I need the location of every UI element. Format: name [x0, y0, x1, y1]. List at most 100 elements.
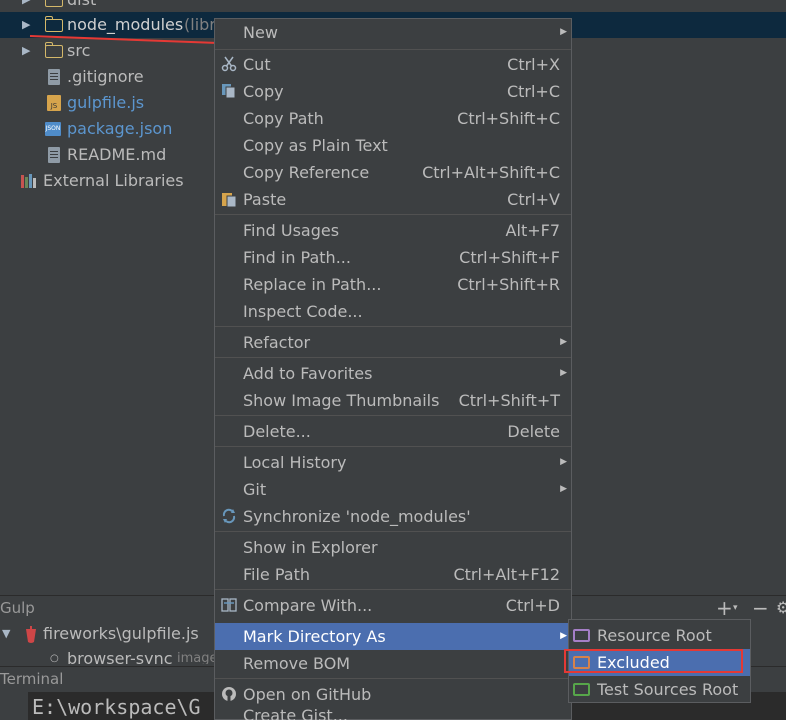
menu-item-refactor[interactable]: Refactor ▶ — [215, 329, 571, 356]
submenu-arrow-icon: ▶ — [560, 631, 567, 641]
menu-item-git[interactable]: Git ▶ — [215, 476, 571, 503]
menu-item-mark-directory-as[interactable]: Mark Directory As ▶ — [215, 623, 571, 650]
submenu-arrow-icon: ▶ — [560, 368, 567, 378]
task-bullet-icon: ○ — [50, 653, 59, 664]
gulp-task-label: browser-sync — [67, 649, 173, 664]
menu-item-shortcut: Alt+F7 — [505, 221, 560, 240]
menu-item-add-to-favorites[interactable]: Add to Favorites ▶ — [215, 360, 571, 387]
scissors-icon — [221, 56, 237, 72]
menu-item-delete[interactable]: Delete... Delete — [215, 418, 571, 445]
menu-item-local-history[interactable]: Local History ▶ — [215, 449, 571, 476]
menu-item-label: Copy — [243, 82, 284, 101]
menu-item-label: Paste — [243, 190, 287, 209]
menu-item-label: Inspect Code... — [243, 302, 363, 321]
menu-item-label: Find Usages — [243, 221, 340, 240]
menu-item-label: Compare With... — [243, 596, 373, 615]
menu-item-shortcut: Ctrl+V — [507, 190, 560, 209]
submenu-item-label: Test Sources Root — [597, 680, 739, 699]
submenu-arrow-icon: ▶ — [560, 27, 567, 37]
collapse-arrow-icon[interactable]: ▼ — [2, 621, 10, 647]
menu-item-file-path[interactable]: File Path Ctrl+Alt+F12 — [215, 561, 571, 588]
submenu-arrow-icon: ▶ — [560, 457, 567, 467]
menu-item-label: Copy as Plain Text — [243, 136, 388, 155]
gulp-task-item[interactable]: ○ browser-sync image — [0, 646, 214, 664]
menu-item-label: Copy Path — [243, 109, 324, 128]
resource-folder-icon — [573, 629, 590, 642]
menu-item-label: Synchronize 'node_modules' — [243, 507, 471, 526]
menu-item-paste[interactable]: Paste Ctrl+V — [215, 186, 571, 213]
menu-item-label: Open on GitHub — [243, 685, 372, 704]
menu-item-shortcut: Ctrl+Shift+C — [457, 109, 560, 128]
dropdown-caret-icon[interactable]: ▾ — [733, 596, 738, 620]
menu-item-shortcut: Ctrl+Alt+Shift+C — [422, 163, 560, 182]
submenu-item-resource-root[interactable]: Resource Root — [569, 622, 750, 649]
menu-item-new[interactable]: New ▶ — [215, 19, 571, 46]
annotation-highlight-box — [564, 649, 743, 673]
terminal-prompt: E:\workspace\G — [32, 695, 201, 719]
menu-item-show-in-explorer[interactable]: Show in Explorer — [215, 534, 571, 561]
menu-item-label: Show in Explorer — [243, 538, 378, 557]
menu-separator — [215, 214, 571, 215]
menu-item-shortcut: Ctrl+Shift+F — [459, 248, 560, 267]
gulp-icon — [26, 626, 36, 643]
menu-item-label: Delete... — [243, 422, 311, 441]
menu-item-find-usages[interactable]: Find Usages Alt+F7 — [215, 217, 571, 244]
sync-icon — [222, 508, 236, 524]
menu-item-find-in-path[interactable]: Find in Path... Ctrl+Shift+F — [215, 244, 571, 271]
panel-title: Terminal — [0, 670, 64, 688]
github-icon — [222, 687, 236, 701]
menu-item-open-on-github[interactable]: Open on GitHub — [215, 681, 571, 708]
menu-item-shortcut: Ctrl+Shift+R — [457, 275, 560, 294]
menu-item-label: Mark Directory As — [243, 627, 386, 646]
menu-item-inspect-code[interactable]: Inspect Code... — [215, 298, 571, 325]
menu-separator — [215, 678, 571, 679]
menu-item-label: Refactor — [243, 333, 311, 352]
context-menu: New ▶ Cut Ctrl+X Copy Ctrl+C Copy Path C… — [214, 18, 572, 720]
menu-item-copy-plain-text[interactable]: Copy as Plain Text — [215, 132, 571, 159]
menu-item-show-image-thumbnails[interactable]: Show Image Thumbnails Ctrl+Shift+T — [215, 387, 571, 414]
menu-item-label: Cut — [243, 55, 271, 74]
menu-item-label: Add to Favorites — [243, 364, 373, 383]
menu-item-shortcut: Ctrl+X — [507, 55, 560, 74]
menu-item-label: Git — [243, 480, 267, 499]
menu-separator — [215, 357, 571, 358]
menu-item-label: File Path — [243, 565, 311, 584]
menu-separator — [215, 531, 571, 532]
menu-separator — [215, 589, 571, 590]
menu-item-replace-in-path[interactable]: Replace in Path... Ctrl+Shift+R — [215, 271, 571, 298]
menu-item-label: Local History — [243, 453, 347, 472]
menu-item-shortcut: Ctrl+Alt+F12 — [453, 565, 560, 584]
compare-icon — [221, 598, 237, 612]
gulp-task-suffix: image — [177, 651, 214, 664]
menu-item-label: Create Gist... — [243, 708, 348, 720]
menu-separator — [215, 49, 571, 50]
menu-item-label: Find in Path... — [243, 248, 351, 267]
menu-separator — [215, 446, 571, 447]
menu-item-copy[interactable]: Copy Ctrl+C — [215, 78, 571, 105]
menu-item-copy-path[interactable]: Copy Path Ctrl+Shift+C — [215, 105, 571, 132]
submenu-item-label: Resource Root — [597, 626, 712, 645]
menu-item-label: Show Image Thumbnails — [243, 391, 440, 410]
copy-icon — [222, 84, 236, 99]
menu-item-shortcut: Ctrl+D — [505, 596, 560, 615]
menu-item-copy-reference[interactable]: Copy Reference Ctrl+Alt+Shift+C — [215, 159, 571, 186]
submenu-arrow-icon: ▶ — [560, 484, 567, 494]
submenu-arrow-icon: ▶ — [560, 337, 567, 347]
menu-item-remove-bom[interactable]: Remove BOM — [215, 650, 571, 677]
menu-item-label: Copy Reference — [243, 163, 370, 182]
menu-separator — [215, 326, 571, 327]
menu-item-synchronize[interactable]: Synchronize 'node_modules' — [215, 503, 571, 530]
menu-separator — [215, 415, 571, 416]
menu-item-label: New — [243, 23, 278, 42]
paste-icon — [222, 193, 237, 207]
add-icon[interactable]: + — [716, 596, 733, 620]
menu-item-compare-with[interactable]: Compare With... Ctrl+D — [215, 592, 571, 619]
submenu-item-test-sources-root[interactable]: Test Sources Root — [569, 676, 750, 703]
menu-item-shortcut: Ctrl+C — [506, 82, 560, 101]
test-folder-icon — [573, 683, 590, 696]
menu-item-create-gist[interactable]: Create Gist... — [215, 708, 571, 720]
menu-item-shortcut: Ctrl+Shift+T — [458, 391, 560, 410]
menu-item-cut[interactable]: Cut Ctrl+X — [215, 51, 571, 78]
minus-icon[interactable]: − — [752, 596, 769, 620]
settings-icon[interactable]: ⚙ — [776, 596, 786, 620]
